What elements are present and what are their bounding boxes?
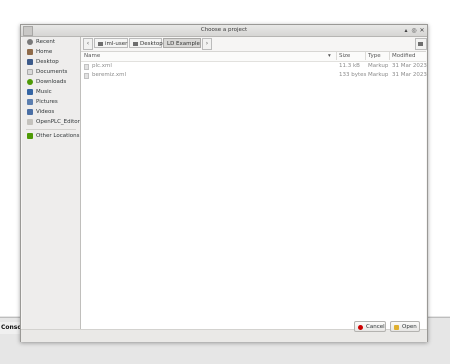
cancel-icon <box>358 325 363 330</box>
sidebar-item-label: Music <box>36 89 52 95</box>
cancel-label: Cancel <box>366 324 385 330</box>
sidebar-item-label: Recent <box>36 39 56 45</box>
sidebar-item-documents[interactable]: Documents <box>22 67 80 77</box>
crumb-label: LD Example <box>167 41 200 47</box>
sidebar-item-home[interactable]: Home <box>22 47 80 57</box>
file-list: Name ▾ Size Type Modified plc.xml 11.3 k… <box>81 51 427 330</box>
sidebar-separator <box>26 129 76 130</box>
column-size[interactable]: Size <box>339 52 350 60</box>
sidebar-item-label: Videos <box>36 109 55 115</box>
column-separator <box>365 52 366 60</box>
open-button[interactable]: Open <box>390 321 420 332</box>
places-sidebar: Recent Home Desktop Documents Downloads … <box>22 37 81 329</box>
file-name: plc.xml <box>92 63 112 69</box>
open-icon <box>394 325 399 330</box>
file-modified: 31 Mar 2023 <box>392 72 427 78</box>
column-modified[interactable]: Modified <box>392 52 415 60</box>
sidebar-item-label: Pictures <box>36 99 58 105</box>
sidebar-item-label: Desktop <box>36 59 59 65</box>
close-button[interactable]: ✕ <box>418 26 426 35</box>
downloads-icon <box>27 79 33 85</box>
sidebar-item-videos[interactable]: Videos <box>22 107 80 117</box>
videos-icon <box>27 109 33 115</box>
crumb-label: Desktop <box>140 41 163 47</box>
new-folder-icon <box>418 42 423 46</box>
file-icon <box>84 73 89 79</box>
plus-icon <box>27 133 33 139</box>
sidebar-item-downloads[interactable]: Downloads <box>22 77 80 87</box>
sort-indicator-icon: ▾ <box>328 53 331 59</box>
open-label: Open <box>402 324 417 330</box>
sidebar-item-label: OpenPLC_Editor <box>36 119 80 125</box>
path-bar: ‹ iml-user Desktop LD Example › <box>82 37 427 50</box>
sidebar-item-other-locations[interactable]: Other Locations <box>22 131 80 141</box>
home-icon <box>27 49 33 55</box>
crumb-home[interactable]: iml-user <box>94 38 128 48</box>
path-forward-button[interactable]: › <box>202 38 212 50</box>
sidebar-item-label: Home <box>36 49 53 55</box>
file-chooser-dialog: Choose a project ▴ ◎ ✕ Recent Home Deskt… <box>20 24 428 342</box>
pictures-icon <box>27 99 33 105</box>
file-size: 11.3 kB <box>339 63 360 69</box>
crumb-label: iml-user <box>105 41 128 47</box>
column-type[interactable]: Type <box>368 52 381 60</box>
path-back-button[interactable]: ‹ <box>83 38 93 50</box>
window-title: Choose a project <box>200 27 248 33</box>
file-modified: 31 Mar 2023 <box>392 63 427 69</box>
column-separator <box>389 52 390 60</box>
column-separator <box>336 52 337 60</box>
file-type: Markup <box>368 63 389 69</box>
clock-icon <box>27 39 33 45</box>
titlebar: Choose a project ▴ ◎ ✕ <box>21 25 427 37</box>
sidebar-item-openplc-editor[interactable]: OpenPLC_Editor <box>22 117 80 127</box>
desktop-icon <box>27 59 33 65</box>
maximize-button[interactable]: ◎ <box>410 26 418 35</box>
sidebar-item-label: Documents <box>36 69 68 75</box>
documents-icon <box>27 69 33 75</box>
file-row[interactable]: beremiz.xml 133 bytes Markup 31 Mar 2023 <box>81 71 427 80</box>
sidebar-item-label: Downloads <box>36 79 67 85</box>
desktop-icon <box>133 41 138 46</box>
crumb-ld-example[interactable]: LD Example <box>163 38 201 48</box>
sidebar-item-label: Other Locations <box>36 133 80 139</box>
sidebar-item-desktop[interactable]: Desktop <box>22 57 80 67</box>
folder-icon <box>27 119 33 125</box>
file-name: beremiz.xml <box>92 72 127 78</box>
cancel-button[interactable]: Cancel <box>354 321 386 332</box>
sidebar-item-music[interactable]: Music <box>22 87 80 97</box>
file-type: Markup <box>368 72 389 78</box>
sidebar-item-pictures[interactable]: Pictures <box>22 97 80 107</box>
minimize-button[interactable]: ▴ <box>402 26 410 35</box>
file-icon <box>84 64 89 70</box>
music-icon <box>27 89 33 95</box>
home-icon <box>98 41 103 46</box>
file-list-header: Name ▾ Size Type Modified <box>81 52 426 62</box>
crumb-desktop[interactable]: Desktop <box>129 38 163 48</box>
file-size: 133 bytes <box>339 72 367 78</box>
column-name[interactable]: Name <box>84 52 100 60</box>
file-row[interactable]: plc.xml 11.3 kB Markup 31 Mar 2023 <box>81 62 427 71</box>
new-folder-button[interactable] <box>415 38 427 50</box>
sidebar-item-recent[interactable]: Recent <box>22 37 80 47</box>
